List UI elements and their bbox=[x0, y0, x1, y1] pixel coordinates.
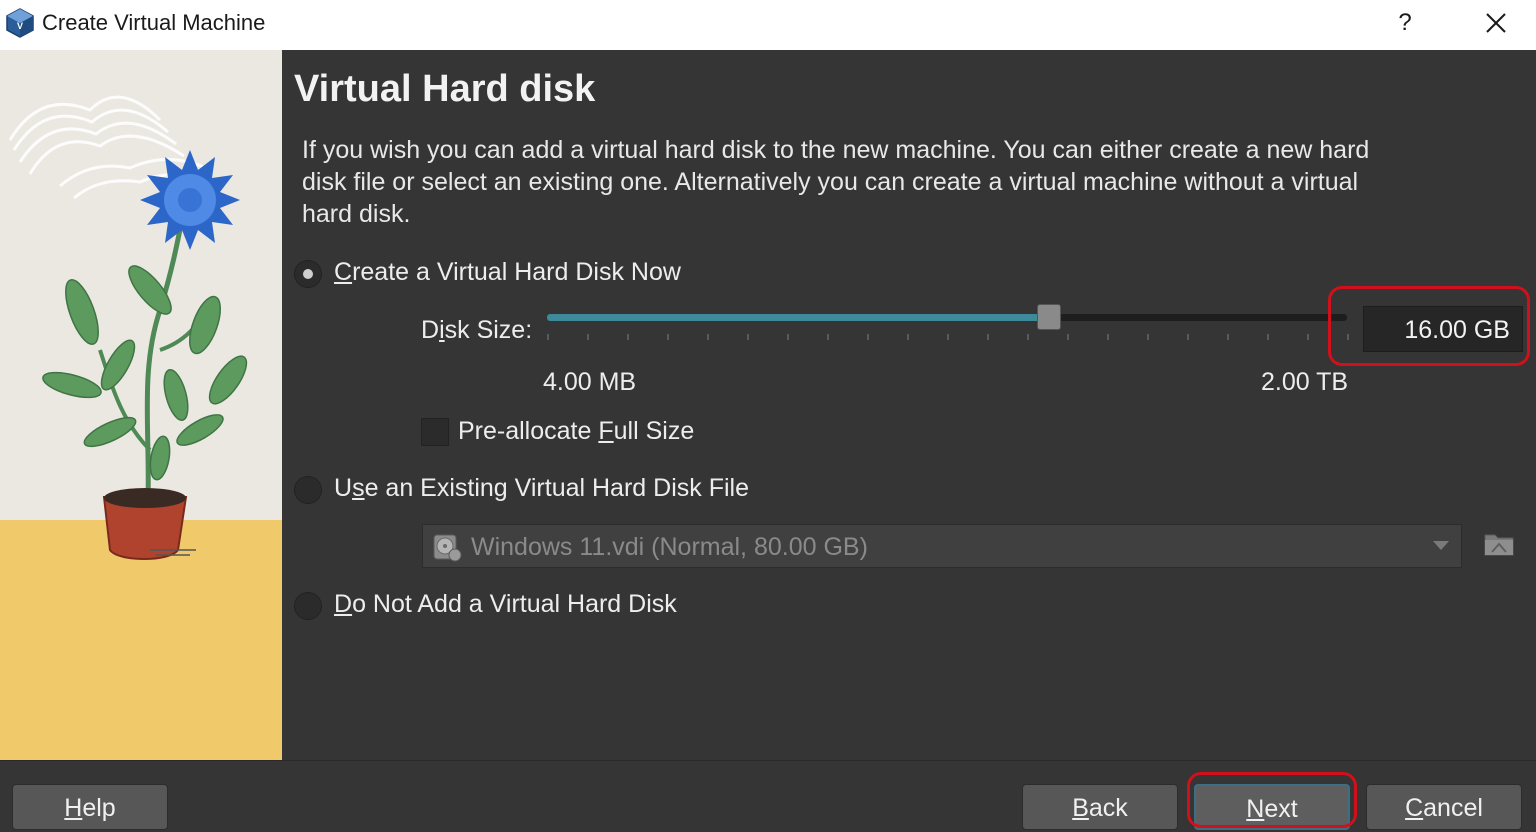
slider-tick bbox=[1307, 334, 1309, 340]
button-label: ancel bbox=[1423, 794, 1483, 822]
help-title-button[interactable]: ? bbox=[1392, 6, 1418, 40]
title-bar: V Create Virtual Machine ? bbox=[0, 0, 1536, 50]
virtualbox-icon: V bbox=[6, 8, 34, 38]
slider-tick bbox=[1067, 334, 1069, 340]
existing-disk-value: Windows 11.vdi (Normal, 80.00 GB) bbox=[471, 533, 868, 561]
label-part: o Not Add a Virtual Hard Disk bbox=[352, 590, 677, 618]
existing-disk-combobox[interactable]: Windows 11.vdi (Normal, 80.00 GB) bbox=[422, 524, 1462, 568]
mnemonic-letter: H bbox=[64, 794, 83, 822]
slider-tick bbox=[867, 334, 869, 340]
slider-min-label: 4.00 MB bbox=[543, 368, 637, 396]
create-disk-radio[interactable] bbox=[294, 260, 322, 288]
mnemonic-letter: F bbox=[598, 417, 614, 445]
mnemonic-letter: C bbox=[1405, 794, 1424, 822]
help-button[interactable]: Help bbox=[12, 784, 168, 830]
label-part: reate a Virtual Hard Disk Now bbox=[352, 258, 681, 286]
window-title: Create Virtual Machine bbox=[42, 10, 266, 35]
button-label: ack bbox=[1088, 794, 1128, 822]
cancel-button[interactable]: Cancel bbox=[1366, 784, 1522, 830]
annotation-highlight-size bbox=[1328, 286, 1530, 366]
slider-tick bbox=[627, 334, 629, 340]
slider-tick bbox=[1027, 334, 1029, 340]
slider-tick bbox=[587, 334, 589, 340]
use-existing-label[interactable]: Use an Existing Virtual Hard Disk File bbox=[334, 474, 749, 503]
slider-tick bbox=[787, 334, 789, 340]
slider-tick bbox=[1107, 334, 1109, 340]
mnemonic-letter: s bbox=[352, 474, 365, 502]
label-part: Pre-allocate bbox=[458, 417, 599, 445]
slider-tick bbox=[1147, 334, 1149, 340]
close-icon[interactable] bbox=[1478, 6, 1514, 40]
mnemonic-letter: D bbox=[334, 590, 353, 618]
label-part: ull Size bbox=[613, 417, 695, 445]
back-button[interactable]: Back bbox=[1022, 784, 1178, 830]
folder-icon[interactable] bbox=[1482, 526, 1516, 560]
slider-fill bbox=[547, 314, 1048, 321]
slider-tick bbox=[1227, 334, 1229, 340]
slider-max-label: 2.00 TB bbox=[1261, 368, 1349, 396]
preallocate-label[interactable]: Pre-allocate Full Size bbox=[458, 417, 694, 446]
do-not-add-radio[interactable] bbox=[294, 592, 322, 620]
slider-tick bbox=[1187, 334, 1189, 340]
slider-tick bbox=[1267, 334, 1269, 340]
slider-tick bbox=[827, 334, 829, 340]
label-part: sk Size: bbox=[444, 316, 533, 344]
hard-disk-icon bbox=[433, 534, 462, 562]
plant-illustration bbox=[0, 50, 282, 760]
mnemonic-letter: C bbox=[334, 258, 353, 286]
do-not-add-label[interactable]: Do Not Add a Virtual Hard Disk bbox=[334, 590, 677, 619]
chevron-down-icon bbox=[1433, 541, 1449, 550]
use-existing-radio[interactable] bbox=[294, 476, 322, 504]
wizard-illustration bbox=[0, 50, 282, 760]
label-part: D bbox=[421, 316, 440, 344]
slider-handle[interactable] bbox=[1037, 304, 1061, 330]
slider-tick bbox=[987, 334, 989, 340]
slider-tick bbox=[667, 334, 669, 340]
slider-tick bbox=[747, 334, 749, 340]
preallocate-checkbox[interactable] bbox=[421, 418, 449, 446]
disk-size-slider[interactable] bbox=[547, 304, 1347, 330]
label-part: e an Existing Virtual Hard Disk File bbox=[364, 474, 749, 502]
svg-text:V: V bbox=[17, 21, 23, 31]
button-label: elp bbox=[82, 794, 116, 822]
slider-tick bbox=[947, 334, 949, 340]
label-part: U bbox=[334, 474, 353, 502]
annotation-highlight-next bbox=[1187, 772, 1357, 828]
slider-tick bbox=[707, 334, 709, 340]
slider-tick bbox=[907, 334, 909, 340]
wizard-page: Virtual Hard disk If you wish you can ad… bbox=[282, 50, 1536, 760]
page-title: Virtual Hard disk bbox=[294, 68, 596, 110]
mnemonic-letter: B bbox=[1072, 794, 1089, 822]
page-description: If you wish you can add a virtual hard d… bbox=[302, 136, 1370, 228]
slider-tick bbox=[547, 334, 549, 340]
create-disk-label[interactable]: Create a Virtual Hard Disk Now bbox=[334, 258, 681, 287]
disk-size-label: Disk Size: bbox=[421, 316, 532, 345]
